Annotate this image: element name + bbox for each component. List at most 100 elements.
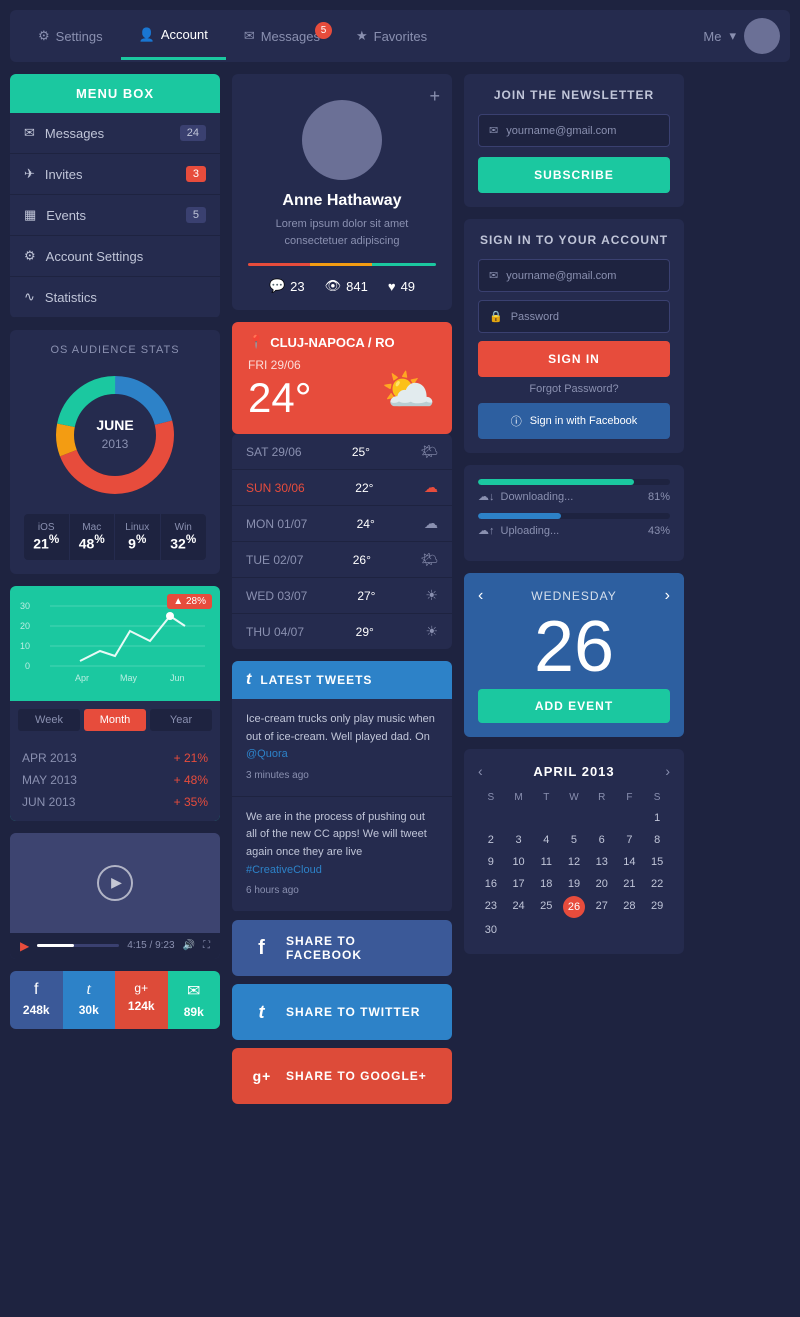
cal-day-28[interactable]: 28 (617, 896, 643, 918)
heart-icon: ♥ (388, 279, 396, 294)
cal-day-27[interactable]: 27 (589, 896, 615, 918)
subscribe-button[interactable]: SUBSCRIBE (478, 157, 670, 193)
cal-day-29[interactable]: 29 (644, 896, 670, 918)
forecast-sun: SUN 30/06 22° ☁ (232, 470, 452, 506)
cal-day-5[interactable]: 5 (561, 830, 587, 850)
cal-day-17[interactable]: 17 (506, 874, 532, 894)
cal-day-25[interactable]: 25 (533, 896, 559, 918)
os-linux: Linux 9% (115, 514, 161, 560)
upload-bar (478, 513, 670, 519)
location-icon: 📍 (248, 334, 264, 350)
cal-day-22[interactable]: 22 (644, 874, 670, 894)
video-progress-fill (37, 944, 74, 947)
play-button[interactable]: ▶ (97, 865, 133, 901)
cal-big-nav: ‹ WEDNESDAY › (478, 587, 670, 605)
download-icon: ☁↓ (478, 490, 495, 503)
forgot-password-link[interactable]: Forgot Password? (478, 383, 670, 395)
cal-day-24[interactable]: 24 (506, 896, 532, 918)
cal-small-prev-button[interactable]: ‹ (478, 763, 483, 779)
cal-day-30[interactable]: 30 (478, 920, 504, 940)
cal-small-next-button[interactable]: › (665, 763, 670, 779)
cal-day-15[interactable]: 15 (644, 852, 670, 872)
menu-messages[interactable]: ✉ Messages 24 (10, 113, 220, 154)
line-chart-svg: 30 20 10 0 Apr May Jun (20, 596, 210, 686)
nav-favorites[interactable]: ★ Favorites (338, 14, 445, 58)
video-play-icon[interactable]: ▶ (20, 939, 29, 953)
add-event-button[interactable]: ADD EVENT (478, 689, 670, 723)
stats-jun: JUN 2013 + 35% (22, 791, 208, 813)
facebook-signin-button[interactable]: ⓘ Sign in with Facebook (478, 403, 670, 439)
signin-card: SIGN IN TO YOUR ACCOUNT ✉ yourname@gmail… (464, 219, 684, 453)
share-twitter[interactable]: t SHARE TO TWITTER (232, 984, 452, 1040)
cal-day-9[interactable]: 9 (478, 852, 504, 872)
messages-badge: 5 (315, 22, 332, 39)
share-googleplus[interactable]: g+ SHARE TO GOOGLE+ (232, 1048, 452, 1104)
social-facebook[interactable]: f 248k (10, 971, 63, 1029)
account-settings-icon: ⚙ (24, 248, 36, 264)
video-thumbnail: ▶ (10, 833, 220, 933)
os-bars: iOS 21% Mac 48% Linux 9% Win 32% (24, 514, 206, 560)
weather-main: FRI 29/06 24° ⛅ (248, 358, 436, 422)
cal-day-1[interactable]: 1 (644, 808, 670, 828)
nav-settings[interactable]: ⚙ Settings (20, 14, 121, 58)
cal-day-19[interactable]: 19 (561, 874, 587, 894)
newsletter-email-field[interactable]: ✉ yourname@gmail.com (478, 114, 670, 147)
cal-day-13[interactable]: 13 (589, 852, 615, 872)
cal-prev-button[interactable]: ‹ (478, 587, 483, 605)
cal-dow-s1: S (478, 789, 504, 806)
social-googleplus[interactable]: g+ 124k (115, 971, 168, 1029)
stats-may: MAY 2013 + 48% (22, 769, 208, 791)
period-week[interactable]: Week (18, 709, 80, 731)
left-column: MENU BOX ✉ Messages 24 ✈ Invites 3 ▦ Eve… (10, 74, 220, 1104)
nav-user[interactable]: Me ▾ (703, 18, 780, 54)
cal-empty (561, 808, 587, 828)
tweet-link-2[interactable]: #CreativeCloud (246, 864, 322, 876)
forecast-wed: WED 03/07 27° ☀ (232, 578, 452, 614)
menu-events[interactable]: ▦ Events 5 (10, 195, 220, 236)
period-year[interactable]: Year (150, 709, 212, 731)
cal-day-2[interactable]: 2 (478, 830, 504, 850)
signin-button[interactable]: SIGN IN (478, 341, 670, 377)
cal-day-6[interactable]: 6 (589, 830, 615, 850)
signin-email-field[interactable]: ✉ yourname@gmail.com (478, 259, 670, 292)
svg-text:JUNE: JUNE (96, 417, 133, 433)
cal-day-21[interactable]: 21 (617, 874, 643, 894)
cal-day-7[interactable]: 7 (617, 830, 643, 850)
weather-day: FRI 29/06 (248, 358, 312, 372)
signin-password-field[interactable]: 🔒 Password (478, 300, 670, 333)
share-facebook[interactable]: f SHARE TO FACEBOOK (232, 920, 452, 976)
cal-day-23[interactable]: 23 (478, 896, 504, 918)
cal-day-20[interactable]: 20 (589, 874, 615, 894)
social-twitter[interactable]: t 30k (63, 971, 116, 1029)
menu-account-settings[interactable]: ⚙ Account Settings (10, 236, 220, 277)
social-email[interactable]: ✉ 89k (168, 971, 221, 1029)
cal-day-3[interactable]: 3 (506, 830, 532, 850)
donut-svg: JUNE 2013 (50, 370, 180, 500)
os-mac: Mac 48% (70, 514, 116, 560)
forecast-thu: THU 04/07 29° ☀ (232, 614, 452, 649)
nav-account[interactable]: 👤 Account (121, 13, 226, 60)
add-button[interactable]: + (429, 86, 440, 107)
cal-day-12[interactable]: 12 (561, 852, 587, 872)
period-month[interactable]: Month (84, 709, 146, 731)
cal-empty (506, 920, 532, 940)
nav-messages[interactable]: ✉ Messages 5 (226, 14, 338, 58)
cal-empty (617, 920, 643, 940)
cal-day-8[interactable]: 8 (644, 830, 670, 850)
cal-day-10[interactable]: 10 (506, 852, 532, 872)
menu-invites[interactable]: ✈ Invites 3 (10, 154, 220, 195)
menu-statistics[interactable]: ∿ Statistics (10, 277, 220, 318)
tweet-link-1[interactable]: @Quora (246, 748, 288, 760)
cal-day-14[interactable]: 14 (617, 852, 643, 872)
volume-icon[interactable]: 🔊 (183, 940, 195, 951)
cal-next-button[interactable]: › (665, 587, 670, 605)
cal-day-26-today[interactable]: 26 (563, 896, 585, 918)
cal-day-18[interactable]: 18 (533, 874, 559, 894)
cal-day-11[interactable]: 11 (533, 852, 559, 872)
cal-day-4[interactable]: 4 (533, 830, 559, 850)
download-item: ☁↓ Downloading... 81% (478, 479, 670, 503)
cal-day-16[interactable]: 16 (478, 874, 504, 894)
fullscreen-icon[interactable]: ⛶ (203, 940, 210, 951)
nav-bar: ⚙ Settings 👤 Account ✉ Messages 5 ★ Favo… (10, 10, 790, 62)
video-progress-bar[interactable] (37, 944, 119, 947)
